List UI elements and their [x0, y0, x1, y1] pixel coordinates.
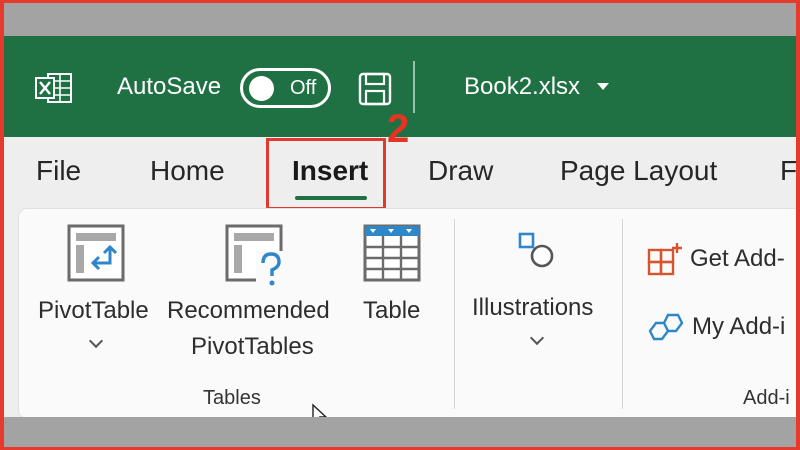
recommended-pivottables-line2[interactable]: PivotTables: [191, 333, 314, 361]
pivottable-icon[interactable]: [66, 223, 126, 283]
my-addins-button[interactable]: My Add-i: [692, 313, 785, 341]
autosave-label: AutoSave: [117, 73, 222, 100]
table-icon[interactable]: [362, 223, 422, 283]
toggle-knob: [249, 76, 274, 101]
recommended-pivottables-line1[interactable]: Recommended: [167, 297, 330, 325]
tab-page-layout[interactable]: Page Layout: [560, 155, 717, 187]
tab-home[interactable]: Home: [150, 155, 225, 187]
bottom-gray-band: [4, 417, 796, 447]
insert-highlight-box: [266, 138, 386, 210]
tables-group-label: Tables: [203, 387, 261, 409]
get-addins-icon[interactable]: [646, 241, 684, 279]
get-addins-button[interactable]: Get Add-: [690, 245, 785, 273]
step-number: 2: [387, 107, 410, 151]
group-separator: [454, 219, 455, 409]
tab-file[interactable]: File: [36, 155, 81, 187]
tab-draw[interactable]: Draw: [428, 155, 493, 187]
autosave-toggle[interactable]: Off: [240, 68, 331, 108]
table-button[interactable]: Table: [363, 297, 420, 325]
title-divider: [413, 61, 415, 113]
tab-formulas[interactable]: F: [780, 155, 796, 187]
pivottable-button[interactable]: PivotTable: [38, 297, 149, 325]
group-separator: [622, 219, 623, 409]
excel-icon[interactable]: [34, 71, 74, 105]
top-gray-band: [4, 3, 796, 36]
recommended-pivottables-icon[interactable]: [224, 223, 288, 289]
my-addins-icon[interactable]: [646, 309, 686, 349]
excel-window: AutoSave Off Book2.xlsx File Home Insert…: [4, 3, 796, 447]
autosave-state: Off: [290, 77, 317, 99]
illustrations-button[interactable]: Illustrations: [472, 294, 593, 322]
shapes-icon[interactable]: [517, 231, 557, 271]
save-icon[interactable]: [357, 71, 393, 107]
chevron-down-icon[interactable]: [597, 83, 609, 90]
document-title[interactable]: Book2.xlsx: [464, 73, 580, 101]
addins-group-label: Add-i: [743, 387, 790, 409]
